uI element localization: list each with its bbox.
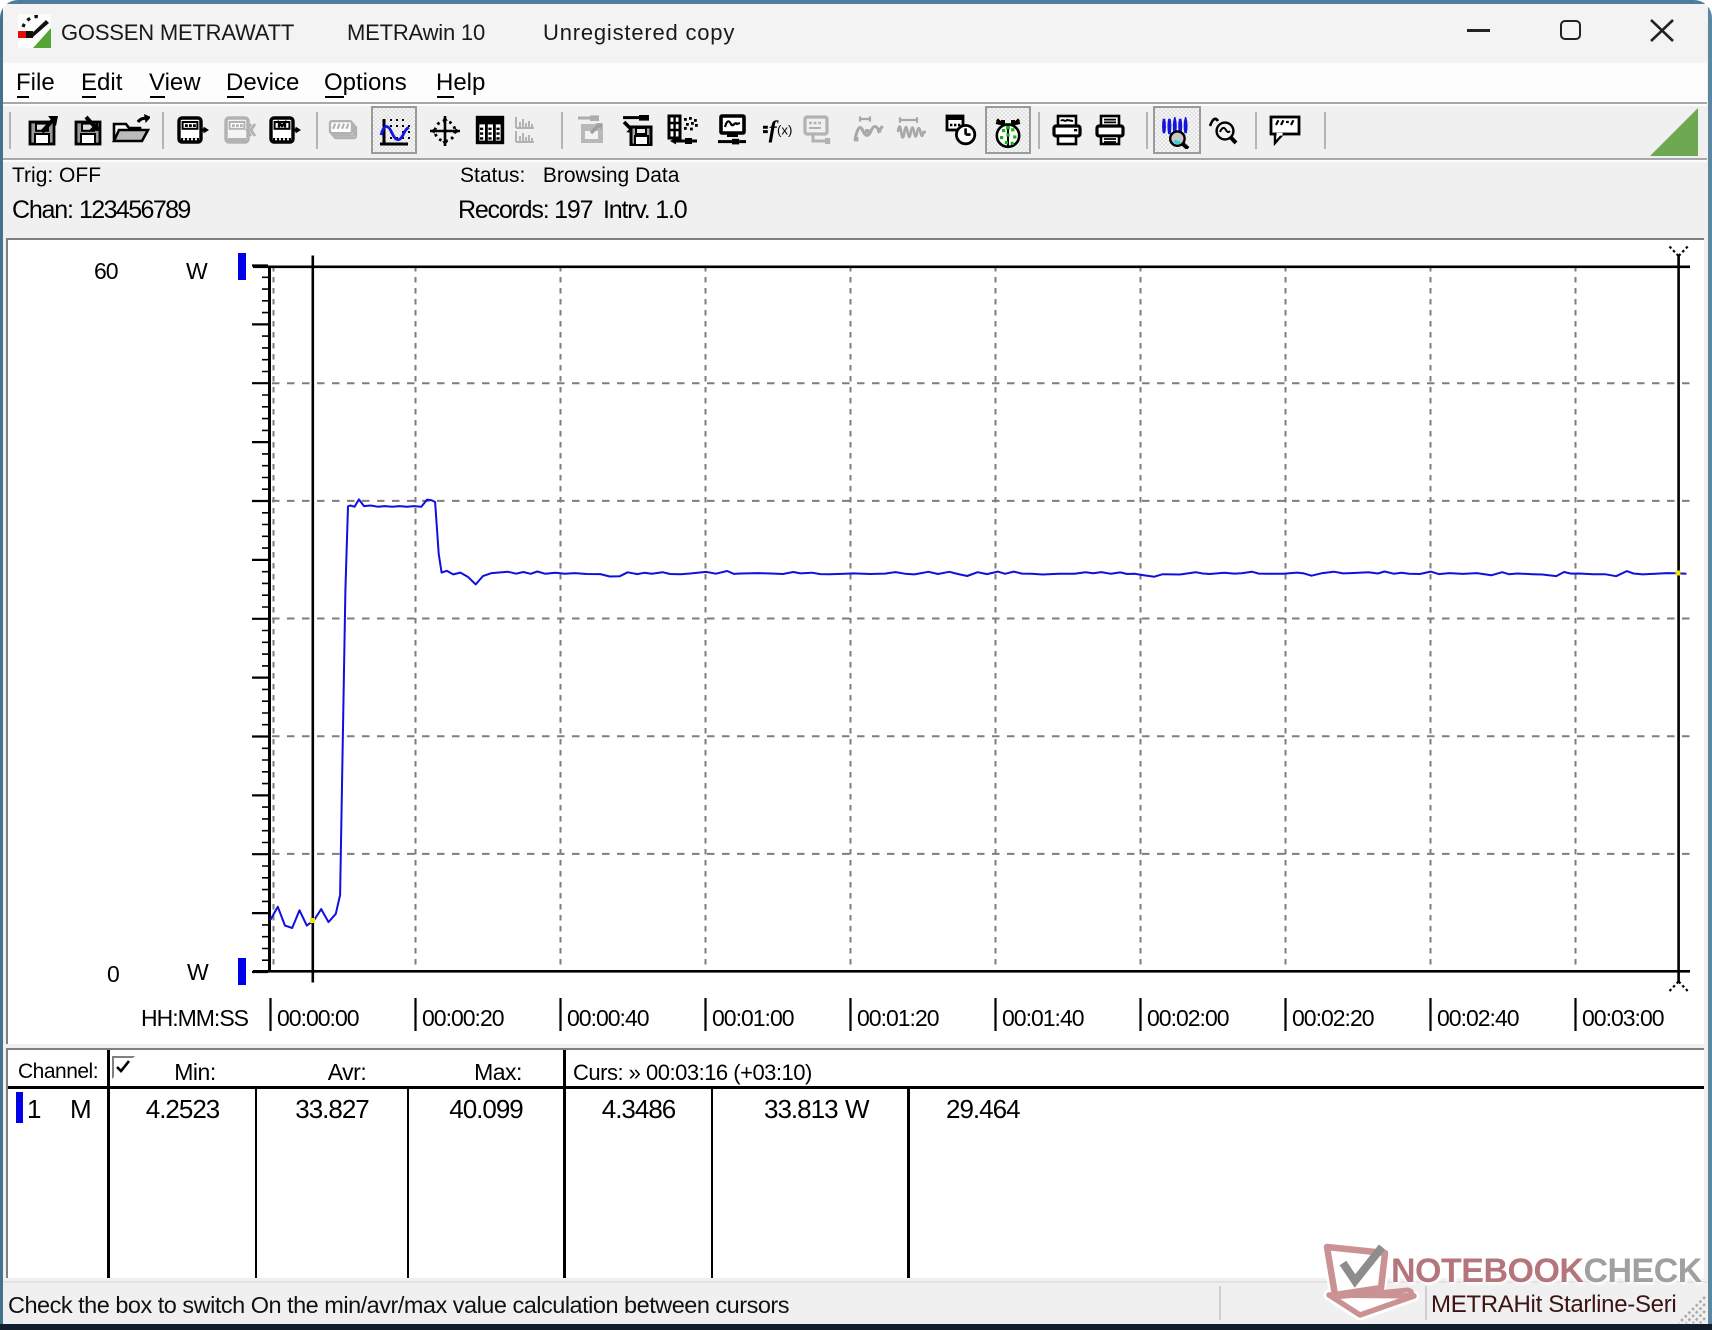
svg-text:(x): (x) bbox=[777, 122, 792, 137]
